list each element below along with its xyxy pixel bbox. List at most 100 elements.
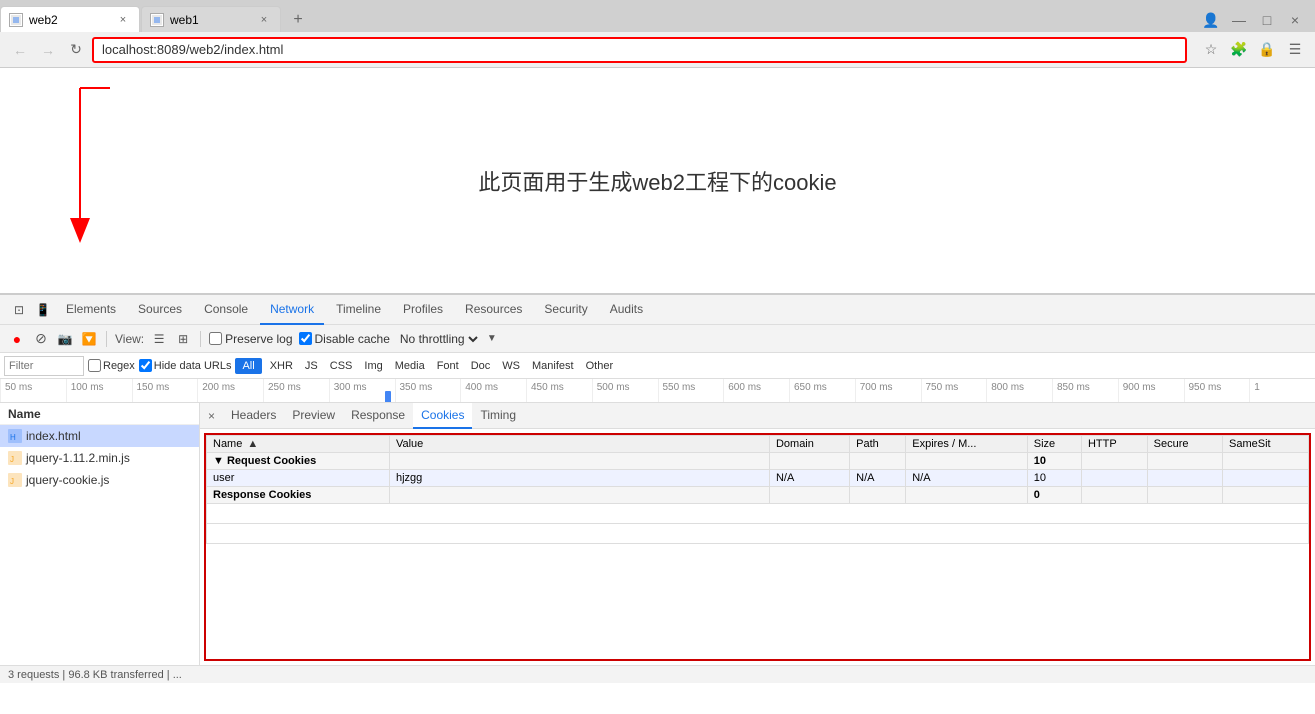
timeline-mark-50: 50 ms	[0, 379, 66, 402]
col-value: Value	[389, 436, 769, 453]
filter-all-btn[interactable]: All	[235, 358, 261, 374]
cookies-tab-cookies[interactable]: Cookies	[413, 403, 472, 429]
tab-web1[interactable]: web1 ×	[141, 6, 281, 32]
tab-title-web2: web2	[29, 13, 111, 27]
forward-button[interactable]: →	[36, 38, 60, 62]
devtools-status-bar: 3 requests | 96.8 KB transferred | ...	[0, 665, 1315, 683]
tab-favicon-web1	[150, 13, 164, 27]
extension-button[interactable]: 🧩	[1227, 38, 1251, 62]
back-button[interactable]: ←	[8, 38, 32, 62]
page-main-text: 此页面用于生成web2工程下的cookie	[478, 165, 836, 197]
timeline-mark-950: 950 ms	[1184, 379, 1250, 402]
devtools: ⊡ 📱 Elements Sources Console Network Tim…	[0, 293, 1315, 683]
timeline-mark-650: 650 ms	[789, 379, 855, 402]
tab-profiles-label: Profiles	[403, 302, 443, 316]
cookies-close-btn[interactable]: ×	[208, 409, 215, 423]
devtools-main: Name H index.html J jquery-1.11.2.min.js…	[0, 403, 1315, 665]
timeline-marks: 50 ms 100 ms 150 ms 200 ms 250 ms 300 ms…	[0, 379, 1315, 402]
file-icon-js2: J	[8, 473, 22, 487]
close-btn[interactable]: ×	[1283, 8, 1307, 32]
maximize-btn[interactable]: □	[1255, 8, 1279, 32]
grid-view-btn[interactable]: ⊞	[174, 330, 192, 348]
list-view-btn[interactable]: ☰	[150, 330, 168, 348]
filter-icon[interactable]: 🔽	[80, 330, 98, 348]
bookmark-button[interactable]: ☆	[1199, 38, 1223, 62]
col-samesite: SameSit	[1223, 436, 1309, 453]
minimize-btn[interactable]: —	[1227, 8, 1251, 32]
filter-manifest-btn[interactable]: Manifest	[528, 359, 578, 373]
tab-security[interactable]: Security	[534, 295, 597, 325]
camera-button[interactable]: 📷	[56, 330, 74, 348]
filter-doc-btn[interactable]: Doc	[467, 359, 495, 373]
tab-resources-label: Resources	[465, 302, 522, 316]
filter-img-btn[interactable]: Img	[360, 359, 386, 373]
extension2-button[interactable]: 🔒	[1255, 38, 1279, 62]
file-item-jquery[interactable]: J jquery-1.11.2.min.js	[0, 447, 199, 469]
record-button[interactable]: ●	[8, 330, 26, 348]
response-cookies-size: 0	[1027, 487, 1081, 504]
disable-cache-checkbox[interactable]: Disable cache	[299, 332, 390, 346]
cookies-tab-preview[interactable]: Preview	[284, 403, 343, 429]
devtools-inspect-icon[interactable]: ⊡	[8, 299, 30, 321]
timeline-mark-100: 100 ms	[66, 379, 132, 402]
regex-label: Regex	[103, 360, 135, 372]
svg-text:H: H	[10, 433, 16, 442]
user-icon[interactable]: 👤	[1199, 8, 1223, 32]
devtools-device-icon[interactable]: 📱	[32, 299, 54, 321]
filter-ws-btn[interactable]: WS	[498, 359, 524, 373]
cookies-tab-headers[interactable]: Headers	[223, 403, 284, 429]
tab-elements[interactable]: Elements	[56, 295, 126, 325]
tab-audits[interactable]: Audits	[600, 295, 653, 325]
filter-js-btn[interactable]: JS	[301, 359, 322, 373]
tab-console[interactable]: Console	[194, 295, 258, 325]
menu-button[interactable]: ☰	[1283, 38, 1307, 62]
preserve-log-checkbox[interactable]: Preserve log	[209, 332, 292, 346]
toolbar-sep2	[200, 331, 201, 347]
cookie-domain-user: N/A	[769, 470, 849, 487]
throttle-select[interactable]: No throttling	[396, 331, 481, 347]
devtools-toolbar: ● ⊘ 📷 🔽 View: ☰ ⊞ Preserve log Disable c…	[0, 325, 1315, 353]
cookies-tab-response-label: Response	[351, 408, 405, 422]
tab-bar: web2 × web1 × + 👤 — □ ×	[0, 0, 1315, 32]
filter-input[interactable]	[4, 356, 84, 376]
tab-timeline[interactable]: Timeline	[326, 295, 391, 325]
tab-close-web1[interactable]: ×	[256, 12, 272, 28]
cookie-expires-user: N/A	[906, 470, 1028, 487]
browser-controls: ← → ↻ localhost:8089/web2/index.html ☆ 🧩…	[0, 32, 1315, 68]
new-tab-button[interactable]: +	[286, 8, 310, 32]
cookies-tabs-bar: × Headers Preview Response Cookies Timin…	[200, 403, 1315, 429]
file-item-cookie[interactable]: J jquery-cookie.js	[0, 469, 199, 491]
preserve-log-label: Preserve log	[225, 332, 292, 346]
cookie-row-user[interactable]: user hjzgg N/A N/A N/A 10	[207, 470, 1309, 487]
tab-title-web1: web1	[170, 13, 252, 27]
address-bar[interactable]: localhost:8089/web2/index.html	[92, 37, 1187, 63]
cookies-tab-timing[interactable]: Timing	[472, 403, 524, 429]
col-secure: Secure	[1147, 436, 1222, 453]
refresh-button[interactable]: ↻	[64, 38, 88, 62]
timeline-mark-700: 700 ms	[855, 379, 921, 402]
view-label: View:	[115, 332, 144, 346]
filter-xhr-btn[interactable]: XHR	[266, 359, 297, 373]
response-cookies-label: Response Cookies	[207, 487, 390, 504]
col-size: Size	[1027, 436, 1081, 453]
stop-button[interactable]: ⊘	[32, 330, 50, 348]
filter-font-btn[interactable]: Font	[433, 359, 463, 373]
hide-data-urls-checkbox[interactable]: Hide data URLs	[139, 359, 232, 372]
browser-actions: ☆ 🧩 🔒 ☰	[1199, 38, 1307, 62]
filter-css-btn[interactable]: CSS	[326, 359, 357, 373]
tab-resources[interactable]: Resources	[455, 295, 532, 325]
tab-profiles[interactable]: Profiles	[393, 295, 453, 325]
cookies-tab-preview-label: Preview	[292, 408, 335, 422]
toolbar-sep1	[106, 331, 107, 347]
filter-other-btn[interactable]: Other	[582, 359, 618, 373]
address-text: localhost:8089/web2/index.html	[102, 42, 1177, 57]
tab-sources[interactable]: Sources	[128, 295, 192, 325]
cookies-tab-response[interactable]: Response	[343, 403, 413, 429]
file-item-index[interactable]: H index.html	[0, 425, 199, 447]
regex-checkbox[interactable]: Regex	[88, 359, 135, 372]
filter-bar: Regex Hide data URLs All XHR JS CSS Img …	[0, 353, 1315, 379]
tab-close-web2[interactable]: ×	[115, 12, 131, 28]
tab-web2[interactable]: web2 ×	[0, 6, 140, 32]
tab-network[interactable]: Network	[260, 295, 324, 325]
filter-media-btn[interactable]: Media	[391, 359, 429, 373]
